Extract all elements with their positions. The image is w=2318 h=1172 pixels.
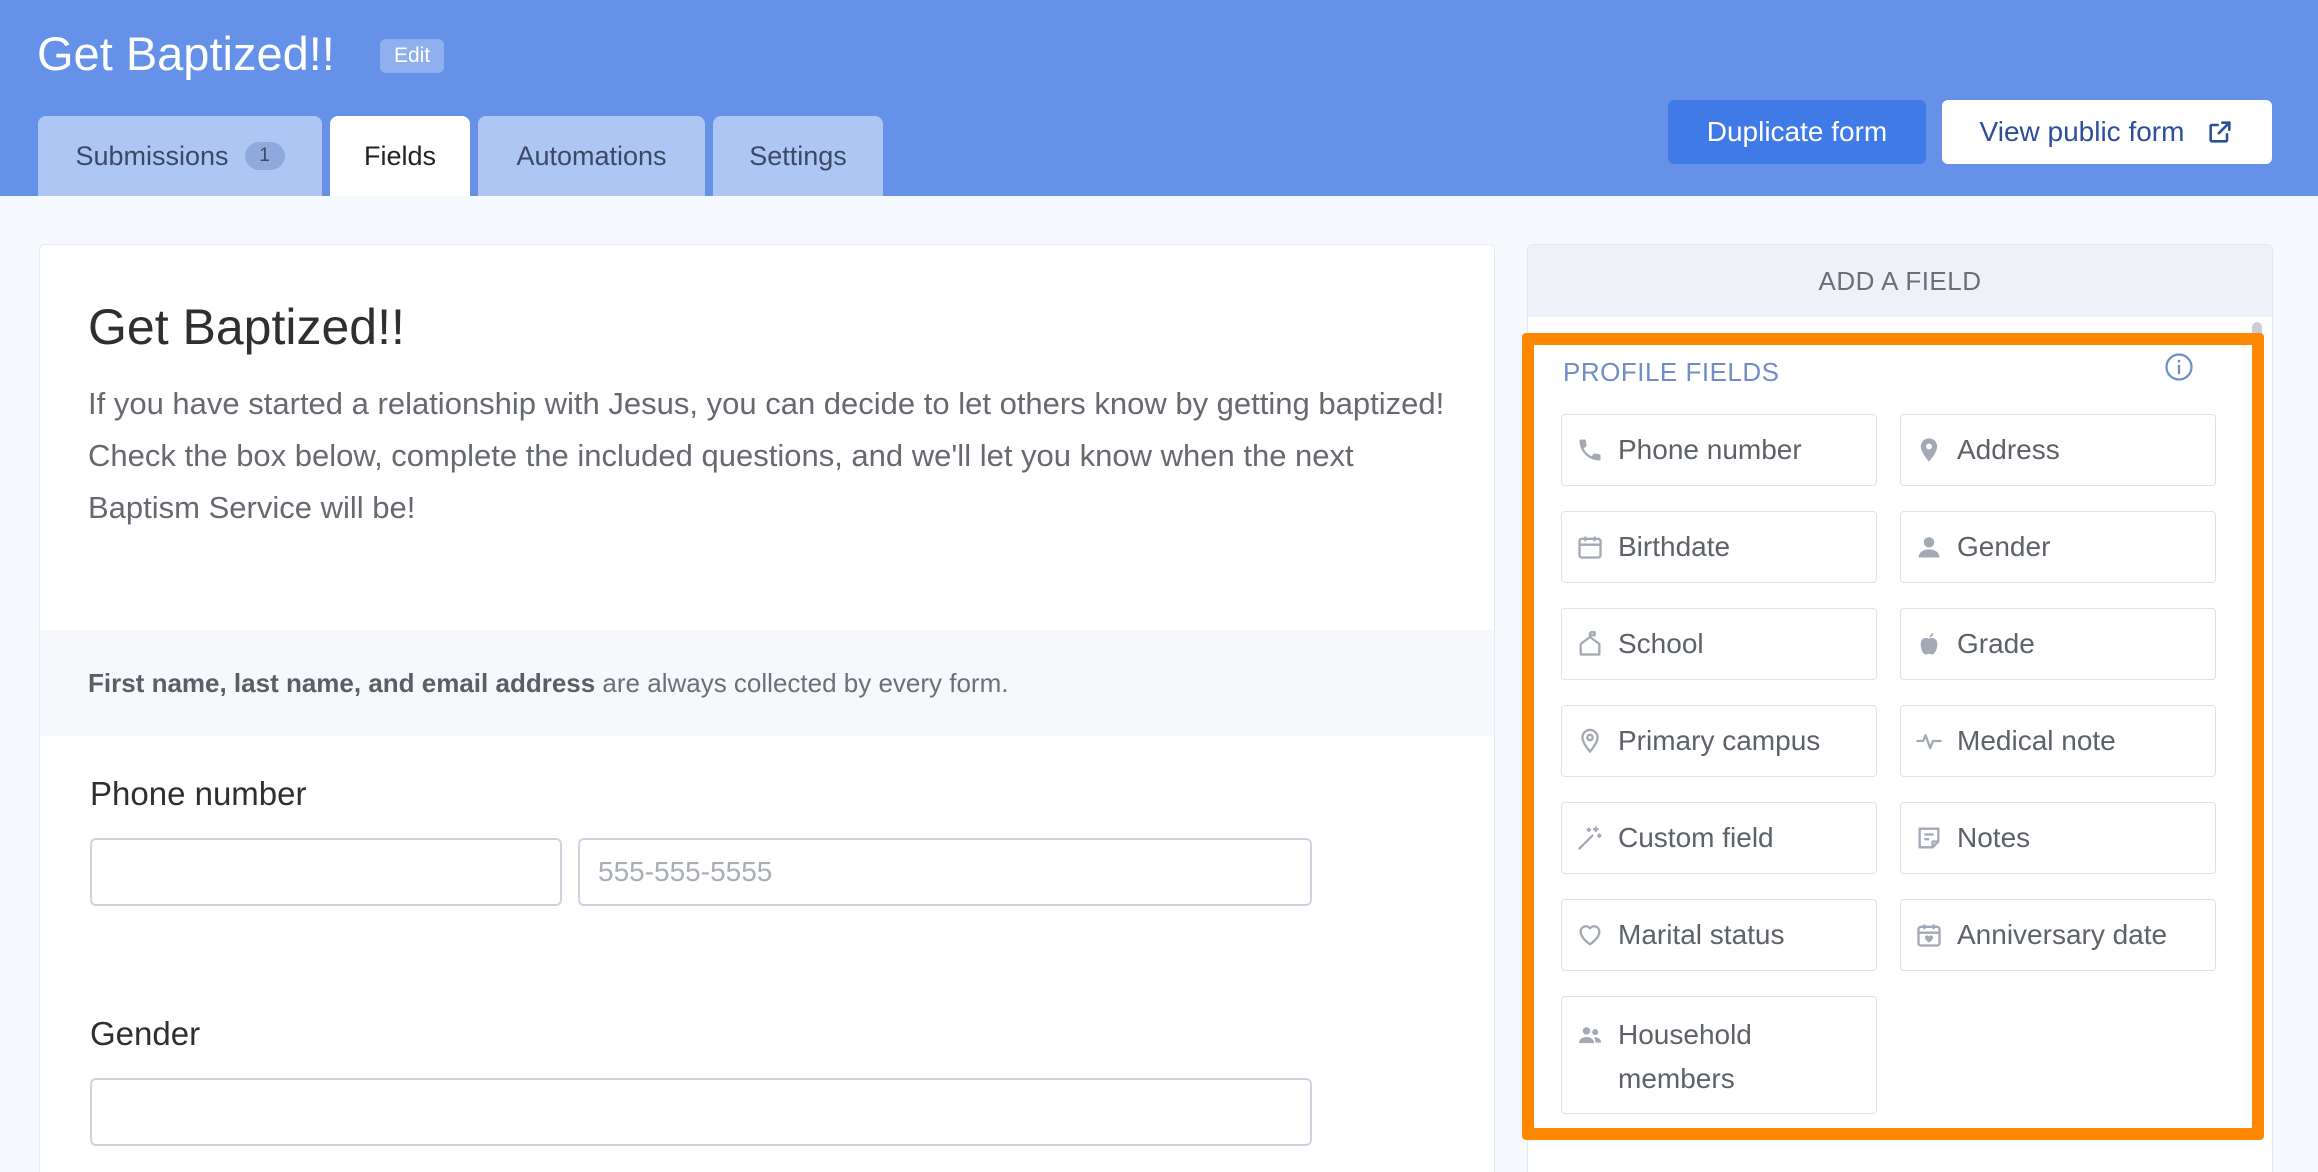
note-icon xyxy=(1915,824,1943,852)
add-medical-note-field-button[interactable]: Medical note xyxy=(1900,705,2216,777)
field-label: Household members xyxy=(1618,1019,1752,1094)
tab-automations[interactable]: Automations xyxy=(478,116,705,196)
add-phone-number-field-button[interactable]: Phone number xyxy=(1561,414,1877,486)
tab-automations-label: Automations xyxy=(516,140,667,171)
field-label: Anniversary date xyxy=(1957,919,2168,950)
submissions-count-badge: 1 xyxy=(244,142,285,170)
phone-icon xyxy=(1576,436,1604,464)
heart-icon xyxy=(1576,921,1604,949)
field-label: School xyxy=(1618,628,1704,659)
calendar-heart-icon xyxy=(1915,921,1943,949)
field-label: Primary campus xyxy=(1618,725,1821,756)
gender-label: Gender xyxy=(90,1015,201,1052)
add-custom-field-button[interactable]: Custom field xyxy=(1561,802,1877,874)
view-public-form-button[interactable]: View public form xyxy=(1942,100,2272,164)
tab-fields[interactable]: Fields xyxy=(330,116,470,196)
tab-settings[interactable]: Settings xyxy=(713,116,883,196)
add-field-heading: ADD A FIELD xyxy=(1528,245,2272,317)
field-label: Address xyxy=(1957,434,2060,465)
add-address-field-button[interactable]: Address xyxy=(1900,414,2216,486)
field-label: Phone number xyxy=(1618,434,1802,465)
page-title: Get Baptized!! xyxy=(37,27,335,80)
pulse-icon xyxy=(1915,727,1943,755)
add-primary-campus-field-button[interactable]: Primary campus xyxy=(1561,705,1877,777)
field-label: Custom field xyxy=(1618,822,1774,853)
form-description: If you have started a relationship with … xyxy=(88,386,1445,525)
panel-scrollbar[interactable] xyxy=(2252,322,2262,340)
phone-number-label: Phone number xyxy=(90,775,307,812)
profile-fields-label: PROFILE FIELDS xyxy=(1563,357,1780,387)
field-label: Notes xyxy=(1957,822,2031,853)
add-notes-field-button[interactable]: Notes xyxy=(1900,802,2216,874)
tab-fields-label: Fields xyxy=(363,140,437,171)
phone-number-input[interactable] xyxy=(578,838,1312,906)
location-outline-icon xyxy=(1576,727,1604,755)
gender-input[interactable] xyxy=(90,1078,1312,1146)
apple-icon xyxy=(1915,630,1943,658)
field-label: Birthdate xyxy=(1618,531,1731,562)
field-label: Medical note xyxy=(1957,725,2116,756)
field-label: Gender xyxy=(1957,531,2051,562)
tab-submissions[interactable]: Submissions 1 xyxy=(38,116,322,196)
calendar-icon xyxy=(1576,533,1604,561)
collected-fields-notice: First name, last name, and email address… xyxy=(40,630,1494,736)
tab-submissions-label: Submissions xyxy=(75,140,229,171)
people-icon xyxy=(1576,1021,1604,1049)
tab-settings-label: Settings xyxy=(749,140,847,171)
add-gender-field-button[interactable]: Gender xyxy=(1900,511,2216,583)
person-icon xyxy=(1915,533,1943,561)
field-label: Marital status xyxy=(1618,919,1785,950)
add-grade-field-button[interactable]: Grade xyxy=(1900,608,2216,680)
add-birthdate-field-button[interactable]: Birthdate xyxy=(1561,511,1877,583)
notice-text: are always collected by every form. xyxy=(595,667,1009,698)
notice-bold-text: First name, last name, and email address xyxy=(88,667,596,698)
add-marital-status-field-button[interactable]: Marital status xyxy=(1561,899,1877,971)
info-icon[interactable] xyxy=(2164,352,2194,382)
external-link-icon xyxy=(2206,118,2234,146)
view-public-form-label: View public form xyxy=(1979,116,2185,147)
map-pin-icon xyxy=(1915,436,1943,464)
edit-title-button[interactable]: Edit xyxy=(380,39,445,73)
add-household-members-field-button[interactable]: Household members xyxy=(1561,996,1877,1114)
add-school-field-button[interactable]: School xyxy=(1561,608,1877,680)
phone-country-input[interactable] xyxy=(90,838,562,906)
duplicate-form-label: Duplicate form xyxy=(1706,116,1888,147)
add-anniversary-date-field-button[interactable]: Anniversary date xyxy=(1900,899,2216,971)
magic-wand-icon xyxy=(1576,824,1604,852)
school-icon xyxy=(1576,630,1604,658)
field-label: Grade xyxy=(1957,628,2035,659)
duplicate-form-button[interactable]: Duplicate form xyxy=(1668,100,1926,164)
form-title: Get Baptized!! xyxy=(88,299,405,355)
